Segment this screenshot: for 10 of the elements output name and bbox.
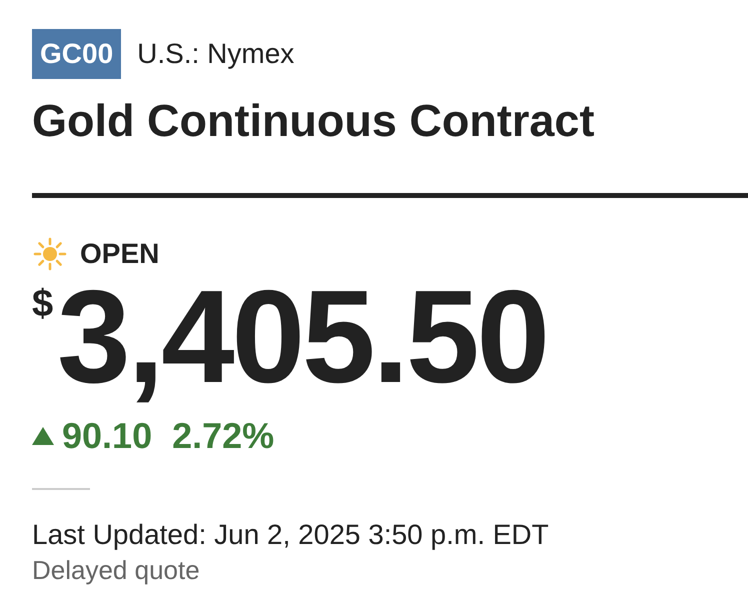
quote-note: Delayed quote <box>32 555 201 585</box>
currency-symbol: $ <box>32 282 54 326</box>
change-percent: 2.72% <box>172 414 274 458</box>
change-amount: 90.10 <box>62 414 152 458</box>
up-triangle-icon <box>32 427 54 445</box>
symbol-badge: GC00 <box>32 29 122 79</box>
last-updated: Last Updated: Jun 2, 2025 3:50 p.m. EDT <box>32 518 550 552</box>
instrument-title: Gold Continuous Contract <box>32 94 596 148</box>
sun-icon <box>32 236 68 272</box>
exchange-label: U.S.: Nymex <box>137 37 294 71</box>
